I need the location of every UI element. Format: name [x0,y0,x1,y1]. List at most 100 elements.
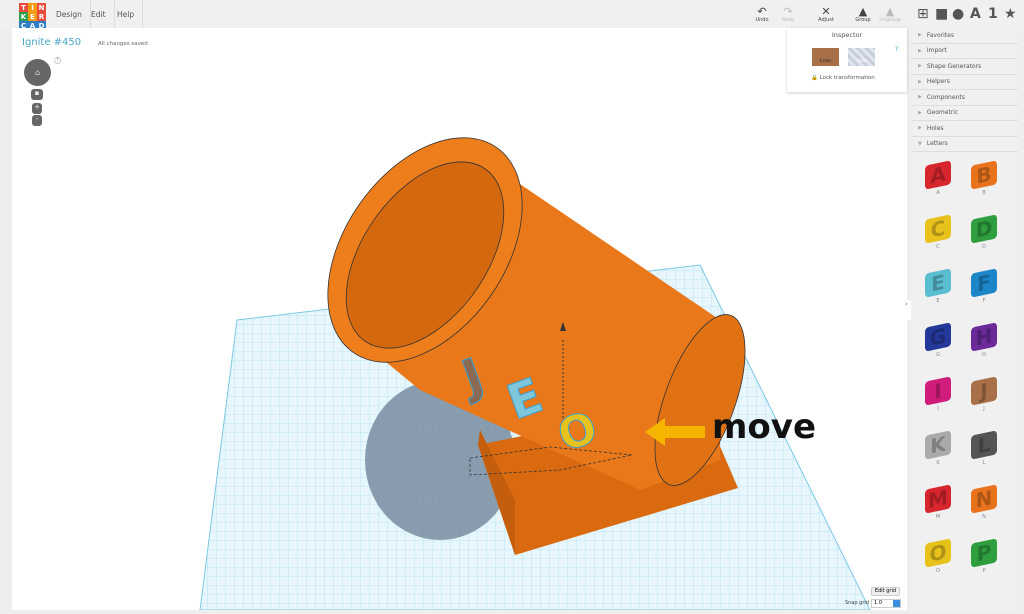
letter-label: L [982,460,986,466]
zoom-in-button[interactable]: + [32,103,42,114]
adjust-icon: ✕ [821,5,831,18]
chevron-right-icon: ▶ [918,47,922,54]
chevron-right-icon: ▶ [918,109,922,116]
letter-thumbnail: C [925,214,951,244]
zoom-out-button[interactable]: - [32,115,42,126]
letter-label: B [982,190,986,196]
sphere-icon[interactable]: ● [952,6,964,22]
letter-label: J [983,406,985,412]
orbit-control[interactable]: ⌂ [24,59,51,86]
chevron-right-icon: ▶ [918,94,922,101]
letter-label: O [936,568,940,574]
logo-letter: R [37,12,46,21]
logo-letter: T [19,3,28,12]
letter-label: F [982,298,986,304]
category-shape-generators[interactable]: ▶ Shape Generators [911,59,1018,75]
letter-thumbnail: B [971,160,997,190]
letter-shape-d[interactable]: DD [964,214,1004,250]
logo-letter: E [28,12,37,21]
lock-icon: 🔒 [811,75,818,81]
letter-thumbnail: P [971,538,997,568]
letter-shape-o[interactable]: OO [918,538,958,574]
letter-thumbnail: G [925,322,951,352]
letter-shape-j[interactable]: JJ [964,376,1004,412]
letter-shape-n[interactable]: NN [964,484,1004,520]
category-import[interactable]: ▶ Import [911,44,1018,59]
letter-shape-k[interactable]: KK [918,430,958,466]
adjust-button[interactable]: ✕ Adjust [811,6,841,23]
home-icon[interactable]: ⌂ [35,68,40,77]
letter-shape-l[interactable]: LL [964,430,1004,466]
view-cube-button[interactable]: ▪ [31,89,43,100]
letter-shape-e[interactable]: EE [918,268,958,304]
letter-label: N [982,514,986,520]
chevron-right-icon: ▶ [918,78,922,85]
letters-view-button[interactable]: A [970,6,981,22]
letter-label: H [982,352,986,358]
group-button[interactable]: ▲ Group [848,6,878,23]
workplane-canvas[interactable]: J E O [12,28,907,611]
color-button[interactable]: Color [812,48,839,66]
nav-help[interactable]: ? [54,57,61,64]
letter-label: K [936,460,940,466]
annotation-move: move [712,407,817,447]
letter-shape-i[interactable]: II [918,376,958,412]
letter-shape-f[interactable]: FF [964,268,1004,304]
letter-label: D [982,244,986,250]
letter-label: E [936,298,940,304]
logo-letter: K [19,12,28,21]
star-icon[interactable]: ★ [1004,6,1017,22]
letter-thumbnail: J [971,376,997,406]
ungroup-button[interactable]: ▲ Ungroup [875,6,905,23]
letter-shape-p[interactable]: PP [964,538,1004,574]
category-helpers[interactable]: ▶ Helpers [911,75,1018,90]
3d-scene[interactable]: J E O [12,28,907,611]
category-holes[interactable]: ▶ Holes [911,121,1018,137]
letter-label: C [936,244,940,250]
letter-thumbnail: M [925,484,951,514]
menu-help[interactable]: Help [109,0,144,28]
lock-transformation[interactable]: 🔒 Lock transformation [811,75,875,81]
chevron-right-icon: ▶ [918,63,922,70]
inspector-panel: Inspector Color Hole ? 🔒 Lock transforma… [787,28,907,92]
snap-grid-select[interactable]: 1.0 [871,599,901,608]
tinkercad-logo[interactable]: TINKERCAD [19,3,46,30]
box-icon[interactable]: ■ [935,6,948,22]
category-favorites[interactable]: ▶ Favorites [911,28,1018,44]
snap-grid-label: Snap grid [845,600,869,606]
letter-label: I [937,406,939,412]
category-components[interactable]: ▶ Components [911,90,1018,106]
letter-shape-m[interactable]: MM [918,484,958,520]
letter-thumbnail: A [925,160,951,190]
letter-shape-g[interactable]: GG [918,322,958,358]
redo-icon: ↷ [783,5,793,18]
chevron-down-icon [893,600,900,607]
chevron-down-icon: ▼ [918,140,922,147]
letter-shape-h[interactable]: HH [964,322,1004,358]
letter-thumbnail: F [971,268,997,298]
inspector-help[interactable]: ? [895,46,898,53]
letter-shape-b[interactable]: BB [964,160,1004,196]
workplane-icon[interactable]: ⊞ [917,6,929,22]
letter-thumbnail: K [925,430,951,460]
inspector-title: Inspector [831,31,863,39]
letter-shape-c[interactable]: CC [918,214,958,250]
letter-shape-a[interactable]: AA [918,160,958,196]
letter-thumbnail: D [971,214,997,244]
logo-letter: I [28,3,37,12]
edit-grid-button[interactable]: Edit grid [871,587,900,596]
numbers-view-button[interactable]: 1 [988,6,998,22]
letter-label: A [936,190,940,196]
letter-label: M [935,514,941,520]
redo-button[interactable]: ↷ Redo [773,6,803,23]
top-toolbar: TINKERCAD Design Edit Help ↶ Undo ↷ Redo ✕… [0,0,1024,30]
letter-label: G [936,352,940,358]
category-geometric[interactable]: ▶ Geometric [911,106,1018,121]
hole-button[interactable]: Hole [848,48,875,66]
chevron-right-icon: ▶ [918,125,922,132]
letter-thumbnail: O [925,538,951,568]
project-title[interactable]: Ignite #450 [22,37,81,48]
letter-label: P [982,568,986,574]
letter-thumbnail: N [971,484,997,514]
category-letters[interactable]: ▼ Letters [911,137,1018,152]
